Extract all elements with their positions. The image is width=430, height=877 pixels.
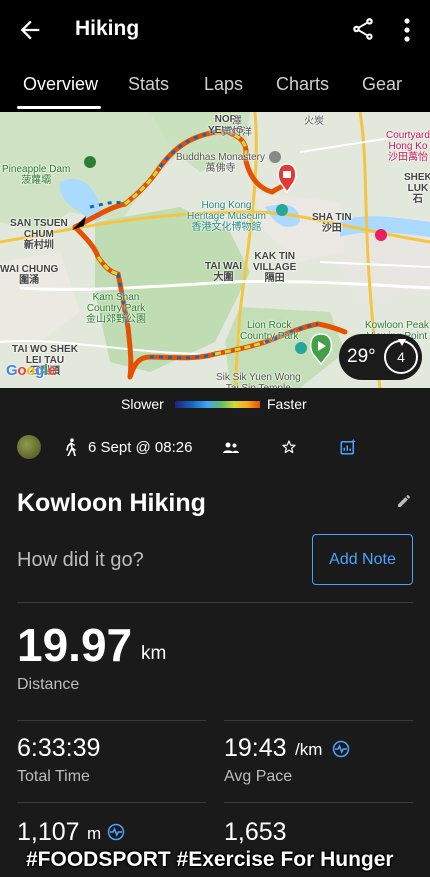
total-time-label: Total Time bbox=[17, 768, 90, 785]
map-label-tai-wai: TAI WAI 大圍 bbox=[205, 261, 243, 283]
divider bbox=[17, 720, 206, 721]
tab-stats[interactable]: Stats bbox=[128, 74, 169, 95]
pace-color-scale bbox=[175, 401, 260, 408]
activity-date: 6 Sept @ 08:26 bbox=[88, 439, 193, 456]
pace-legend: Slower Faster bbox=[0, 388, 430, 418]
walking-icon bbox=[66, 438, 76, 456]
tab-gear[interactable]: Gear bbox=[362, 74, 402, 95]
active-tab-indicator bbox=[17, 106, 101, 109]
page-title: Hiking bbox=[75, 17, 140, 40]
add-note-button[interactable]: Add Note bbox=[312, 534, 413, 585]
map-label-heritage-museum: Hong Kong Heritage Museum 香港文化博物館 bbox=[187, 200, 266, 233]
avg-pace-label: Avg Pace bbox=[224, 768, 293, 785]
back-arrow-icon[interactable] bbox=[16, 16, 44, 44]
wind-direction-icon: 4 bbox=[384, 339, 418, 374]
people-icon[interactable] bbox=[223, 441, 239, 455]
avg-pace-unit: /km bbox=[295, 740, 323, 759]
divider bbox=[224, 720, 413, 721]
elevation-unit: m bbox=[87, 824, 102, 843]
overview-content: 6 Sept @ 08:26 Kowloon Hiking How did it… bbox=[0, 418, 430, 877]
legend-slower-label: Slower bbox=[121, 396, 164, 412]
share-icon[interactable] bbox=[350, 16, 376, 42]
watermark-caption: #FOODSPORT #Exercise For Hunger bbox=[26, 848, 394, 871]
distance-label: Distance bbox=[17, 676, 80, 693]
insights-icon[interactable] bbox=[339, 438, 357, 456]
note-prompt: How did it go? bbox=[17, 549, 144, 571]
total-time-value: 6:33:39 bbox=[17, 734, 101, 762]
map-label-san-tsuen-chum: SAN TSUEN CHUM 新村圳 bbox=[10, 218, 68, 251]
map-label-pineapple-dam: Pineapple Dam 菠蘿壩 bbox=[2, 164, 71, 186]
tab-bar: Overview Stats Laps Charts Gear bbox=[0, 62, 430, 112]
activity-meta-row: 6 Sept @ 08:26 bbox=[0, 432, 430, 462]
avatar[interactable] bbox=[17, 435, 41, 459]
map-label-sik-sik-yuen: Sik Sik Yuen WongTai Sin Temple bbox=[216, 372, 301, 388]
star-icon[interactable] bbox=[281, 439, 297, 455]
wind-speed: 4 bbox=[397, 349, 405, 365]
tab-laps[interactable]: Laps bbox=[204, 74, 243, 95]
weather-badge: 29° 4 bbox=[339, 334, 422, 380]
map-label-shek: SHEK LUK 石 bbox=[404, 172, 430, 205]
app-bar: Hiking bbox=[0, 0, 430, 62]
temperature: 29° bbox=[347, 346, 376, 367]
avg-pace-value: 19:43 bbox=[224, 734, 287, 762]
distance-value: 19.97 bbox=[17, 619, 133, 671]
edit-pencil-icon[interactable] bbox=[396, 493, 412, 509]
map-label-tak-hang: 澤黃竹洋 bbox=[222, 116, 252, 138]
heart-rate-icon bbox=[332, 740, 350, 758]
tab-overview[interactable]: Overview bbox=[23, 74, 98, 95]
divider bbox=[17, 802, 206, 803]
divider bbox=[17, 602, 413, 603]
map-label-kak-tin: KAK TIN VILLAGE 隔田 bbox=[253, 251, 297, 284]
legend-faster-label: Faster bbox=[267, 396, 307, 412]
map-label-courtyard: Courtyard Hong Ko 沙田萬怡 bbox=[386, 130, 430, 163]
calories-value: 1,653 bbox=[224, 818, 287, 846]
map-label-fo-tan: 火炭 bbox=[304, 116, 324, 127]
map-label-sha-tin: SHA TIN 沙田 bbox=[312, 212, 352, 234]
more-options-icon[interactable] bbox=[396, 16, 418, 44]
map-label-kam-shan: Kam Shan Country Park 金山郊野公園 bbox=[86, 292, 146, 325]
map-label-wai-chung: WAI CHUNG 圍涌 bbox=[0, 264, 59, 286]
activity-title: Kowloon Hiking bbox=[17, 489, 206, 517]
elevation-value: 1,107 bbox=[17, 818, 80, 846]
route-map[interactable]: Pineapple Dam 菠蘿壩 SAN TSUEN CHUM 新村圳 WAI CH… bbox=[0, 112, 430, 388]
heart-rate-icon bbox=[107, 823, 125, 841]
map-label-buddhas-monastery: Buddhas Monastery 萬佛寺 bbox=[176, 152, 265, 174]
distance-unit: km bbox=[141, 643, 167, 664]
google-logo: Google bbox=[6, 362, 56, 379]
divider bbox=[224, 802, 413, 803]
map-label-lion-rock: Lion Rock Country Park bbox=[240, 320, 299, 342]
tab-charts[interactable]: Charts bbox=[276, 74, 329, 95]
